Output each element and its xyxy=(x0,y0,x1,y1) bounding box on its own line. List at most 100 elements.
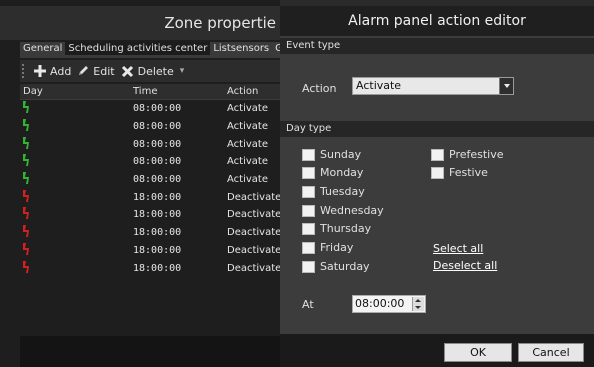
deselect-all-link[interactable]: Deselect all xyxy=(433,259,497,272)
alarm-panel-action-editor: Alarm panel action editor Event type Act… xyxy=(280,6,594,367)
checkbox-tuesday[interactable]: Tuesday xyxy=(302,185,365,198)
time-cell: 08:00:00 xyxy=(133,156,182,168)
checkbox-sunday[interactable]: Sunday xyxy=(302,148,361,161)
tab-gr[interactable]: Gr xyxy=(272,42,280,55)
dropdown-arrow-icon[interactable] xyxy=(499,78,513,94)
toolbar-overflow-icon[interactable]: ▾ xyxy=(180,66,185,76)
table-row[interactable]: 08:00:00 Activate xyxy=(20,171,280,189)
time-cell: 08:00:00 xyxy=(133,103,182,115)
action-cell: Deactivate xyxy=(227,227,282,239)
time-cell: 08:00:00 xyxy=(133,121,182,133)
table-row[interactable]: 18:00:00 Deactivate xyxy=(20,188,281,206)
activate-bolt-icon xyxy=(20,101,130,116)
checkbox-box[interactable] xyxy=(431,166,444,179)
table-row[interactable]: 18:00:00 Deactivate xyxy=(20,242,282,260)
checkbox-box[interactable] xyxy=(302,260,315,273)
time-cell: 18:00:00 xyxy=(133,262,182,274)
column-time[interactable]: Time xyxy=(130,84,224,99)
delete-x-icon xyxy=(121,65,133,77)
cancel-button[interactable]: Cancel xyxy=(518,343,584,362)
action-label: Action xyxy=(302,82,337,95)
checkbox-label: Friday xyxy=(320,241,354,254)
schedule-toolbar: Add Edit Delete ▾ xyxy=(20,60,280,82)
time-cell: 18:00:00 xyxy=(133,209,182,221)
time-spinner[interactable] xyxy=(412,297,424,311)
action-select[interactable]: Activate xyxy=(352,77,514,95)
edit-button[interactable]: Edit xyxy=(77,64,115,78)
tab-scheduling-activities-center[interactable]: Scheduling activities center xyxy=(65,42,211,55)
tab-listsensors[interactable]: Listsensors xyxy=(210,42,272,55)
table-body: 08:00:00 Activate 08:00:00 Activate 08:00:00… xyxy=(20,100,282,277)
checkbox-box[interactable] xyxy=(431,148,444,161)
activate-bolt-icon xyxy=(20,154,130,169)
action-cell: Activate xyxy=(227,174,268,186)
table-row[interactable]: 08:00:00 Activate xyxy=(20,118,280,136)
deactivate-bolt-icon xyxy=(20,260,130,276)
checkbox-prefestive[interactable]: Prefestive xyxy=(431,148,504,161)
checkbox-label: Tuesday xyxy=(320,185,365,198)
day-type-header: Day type xyxy=(280,121,594,137)
checkbox-label: Wednesday xyxy=(320,204,384,217)
delete-button[interactable]: Delete xyxy=(121,65,174,78)
checkbox-box[interactable] xyxy=(302,241,315,254)
activate-bolt-icon xyxy=(20,172,130,187)
table-row[interactable]: 08:00:00 Activate xyxy=(20,153,280,171)
checkbox-box[interactable] xyxy=(302,148,315,161)
table-row[interactable]: 18:00:00 Deactivate xyxy=(20,259,282,277)
checkbox-thursday[interactable]: Thursday xyxy=(302,222,371,235)
activate-bolt-icon xyxy=(20,119,130,134)
time-input[interactable]: 08:00:00 xyxy=(352,295,426,313)
checkbox-monday[interactable]: Monday xyxy=(302,166,363,179)
time-cell: 18:00:00 xyxy=(133,191,182,203)
table-row[interactable]: 08:00:00 Activate xyxy=(20,100,280,118)
checkbox-label: Thursday xyxy=(320,222,372,235)
checkbox-friday[interactable]: Friday xyxy=(302,241,353,254)
checkbox-saturday[interactable]: Saturday xyxy=(302,260,370,273)
action-cell: Activate xyxy=(227,103,268,115)
deactivate-bolt-icon xyxy=(20,207,130,222)
activate-bolt-icon xyxy=(20,136,130,152)
toolbar-grip[interactable] xyxy=(22,64,28,78)
checkbox-box[interactable] xyxy=(302,185,315,198)
plus-icon xyxy=(34,65,46,77)
delete-label: Delete xyxy=(137,64,174,78)
table-row[interactable]: 18:00:00 Deactivate xyxy=(20,206,281,224)
checkbox-festive[interactable]: Festive xyxy=(431,166,488,179)
action-select-value: Activate xyxy=(356,79,402,92)
action-cell: Deactivate xyxy=(227,262,282,274)
zone-footer xyxy=(20,336,280,367)
at-label: At xyxy=(302,298,314,311)
checkbox-box[interactable] xyxy=(302,204,315,217)
action-cell: Activate xyxy=(227,156,268,168)
column-action[interactable]: Action xyxy=(224,84,280,99)
deactivate-bolt-icon xyxy=(20,242,130,258)
checkbox-label: Festive xyxy=(449,166,488,179)
time-cell: 08:00:00 xyxy=(133,138,182,150)
select-all-link[interactable]: Select all xyxy=(433,242,483,255)
zone-tab-bar: General Scheduling activities center Lists… xyxy=(20,42,280,58)
add-label: Add xyxy=(50,64,72,78)
checkbox-label: Sunday xyxy=(320,148,362,161)
zone-properties-title: Zone propertie xyxy=(0,6,280,40)
checkbox-label: Monday xyxy=(320,166,364,179)
table-row[interactable]: 18:00:00 Deactivate xyxy=(20,224,282,242)
table-row[interactable]: 08:00:00 Activate xyxy=(20,135,280,153)
checkbox-box[interactable] xyxy=(302,166,315,179)
checkbox-label: Saturday xyxy=(320,260,370,273)
action-cell: Activate xyxy=(227,138,268,150)
time-cell: 18:00:00 xyxy=(133,227,182,239)
add-button[interactable]: Add xyxy=(34,65,71,78)
action-cell: Activate xyxy=(227,121,268,133)
ok-button[interactable]: OK xyxy=(444,343,512,362)
checkbox-wednesday[interactable]: Wednesday xyxy=(302,204,384,217)
checkbox-box[interactable] xyxy=(302,222,315,235)
time-cell: 08:00:00 xyxy=(133,174,182,186)
column-day[interactable]: Day xyxy=(20,84,130,99)
edit-label: Edit xyxy=(93,64,115,78)
tab-general[interactable]: General xyxy=(20,42,65,55)
checkbox-label: Prefestive xyxy=(449,148,504,161)
action-cell: Deactivate xyxy=(227,244,282,256)
spin-arrows-icon xyxy=(415,299,421,309)
pencil-icon xyxy=(79,66,89,75)
deactivate-bolt-icon xyxy=(20,189,130,205)
